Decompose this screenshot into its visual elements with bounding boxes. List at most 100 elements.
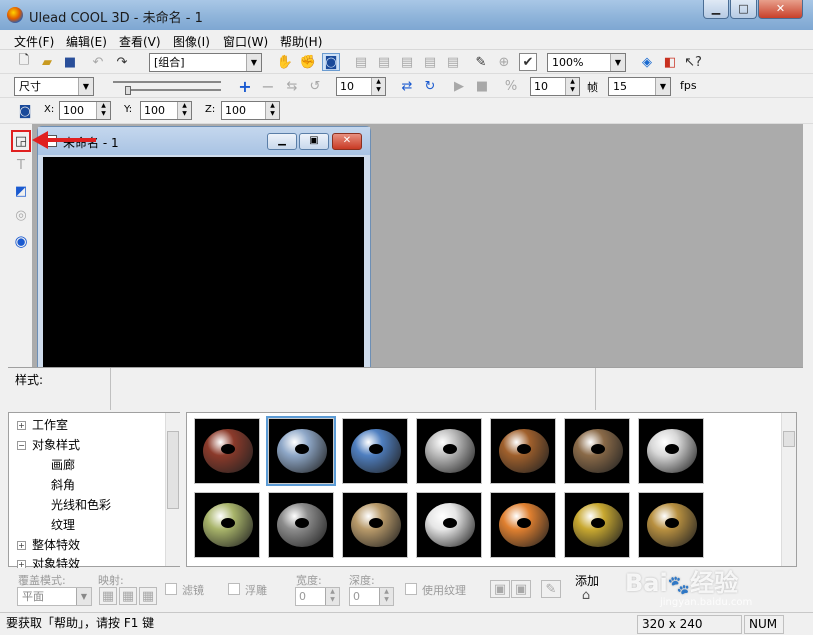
style-thumb-green-stone[interactable] (194, 492, 260, 558)
spinner-arrows-icon[interactable]: ▲ ▼ (96, 102, 110, 119)
tree-item-studio[interactable]: 工作室 (32, 416, 68, 433)
use-texture-checkbox[interactable] (405, 583, 417, 595)
style-thumb-grey-granite[interactable] (268, 492, 334, 558)
style-thumb-sand[interactable] (342, 492, 408, 558)
save-icon[interactable]: ■ (61, 53, 79, 71)
timeline-slider[interactable] (107, 76, 229, 96)
style-thumb-blue-marble[interactable] (266, 416, 336, 486)
scrollbar-thumb[interactable] (783, 431, 795, 447)
insert-object-icon[interactable]: ◉ (12, 232, 30, 250)
spinner-arrows-icon[interactable]: ▲ ▼ (265, 102, 279, 119)
style-thumb-chrome[interactable] (416, 492, 482, 558)
delete-icon[interactable]: ▤ (444, 53, 462, 71)
menu-help[interactable]: 帮助(H) (280, 33, 322, 50)
doc-close-button[interactable]: ✕ (332, 133, 362, 150)
paste-icon[interactable]: ▤ (398, 53, 416, 71)
spinner-arrows-icon[interactable]: ▲ ▼ (379, 588, 393, 605)
style-thumb-brick[interactable] (194, 418, 260, 484)
reverse-icon[interactable]: ⇆ (283, 77, 301, 95)
style-thumb-orange[interactable] (490, 492, 556, 558)
depth-spinner[interactable]: 0 ▲ ▼ (349, 587, 394, 606)
texture-browse-icon[interactable]: ▣ (490, 580, 510, 598)
filter-checkbox[interactable] (165, 583, 177, 595)
map-wrap-icon[interactable]: ▦ (139, 587, 157, 605)
doc-minimize-button[interactable]: ▁ (267, 133, 297, 150)
style-thumb-blue-stone[interactable] (342, 418, 408, 484)
doc-maximize-button[interactable]: ▣ (299, 133, 329, 150)
insert-text-icon[interactable]: ◲ (11, 130, 31, 152)
loop-back-icon[interactable]: ↺ (306, 77, 324, 95)
refresh-icon[interactable]: ↻ (421, 77, 439, 95)
duplicate-icon[interactable]: ▤ (421, 53, 439, 71)
hand-move-icon[interactable]: ✋ (276, 53, 294, 71)
remove-keyframe-icon[interactable]: − (259, 77, 277, 96)
render-canvas[interactable] (43, 157, 364, 367)
x-spinner[interactable]: 100 ▲ ▼ (59, 101, 111, 120)
tree-item-object-style[interactable]: 对象样式 (32, 436, 80, 453)
menu-file[interactable]: 文件(F) (14, 33, 54, 50)
collapse-icon[interactable]: − (17, 441, 26, 450)
style-thumb-chrome-crack[interactable] (638, 418, 704, 484)
tree-item-light-color[interactable]: 光线和色彩 (51, 496, 111, 513)
play-icon[interactable]: ▶ (450, 77, 468, 95)
spinner-arrows-icon[interactable]: ▲ ▼ (565, 78, 579, 95)
menu-image[interactable]: 图像(I) (173, 33, 210, 50)
object-select[interactable]: [组合] ▼ (149, 53, 262, 72)
add-to-palette-icon[interactable]: ⌂ (577, 586, 595, 604)
add-keyframe-icon[interactable]: + (236, 77, 254, 96)
pointer-help-icon[interactable]: ✎ (472, 53, 490, 71)
frame-spinner[interactable]: 10 ▲ ▼ (336, 77, 386, 96)
style-thumb-white-brick[interactable] (416, 418, 482, 484)
close-button[interactable]: ✕ (758, 0, 803, 19)
checkmark-icon[interactable]: ✔ (519, 53, 537, 71)
edit-text-icon[interactable]: T (12, 156, 30, 174)
new-file-icon[interactable]: 🗋 (15, 53, 33, 71)
spinner-arrows-icon[interactable]: ▲ ▼ (177, 102, 191, 119)
map-tile-icon[interactable]: ▦ (99, 587, 117, 605)
size-tool-icon[interactable]: ◙ (322, 53, 340, 71)
overlay-mode-select[interactable]: 平面 ▼ (17, 587, 92, 606)
attribute-select[interactable]: 尺寸 ▼ (14, 77, 94, 96)
percent-icon[interactable]: % (502, 77, 520, 95)
web-export-icon[interactable]: ◈ (638, 53, 656, 71)
image-export-icon[interactable]: ◧ (661, 53, 679, 71)
slider-thumb[interactable] (125, 86, 131, 95)
tree-item-gallery[interactable]: 画廊 (51, 456, 75, 473)
emboss-checkbox[interactable] (228, 583, 240, 595)
spinner-arrows-icon[interactable]: ▲ ▼ (325, 588, 339, 605)
app-icon[interactable] (7, 7, 23, 23)
style-thumb-gold[interactable] (564, 492, 630, 558)
fps-select[interactable]: 15 ▼ (608, 77, 671, 96)
step-spinner[interactable]: 10 ▲ ▼ (530, 77, 580, 96)
insert-geometric-icon[interactable]: ◩ (12, 182, 30, 200)
tree-scrollbar[interactable] (165, 413, 180, 566)
y-spinner[interactable]: 100 ▲ ▼ (140, 101, 192, 120)
map-stretch-icon[interactable]: ▦ (119, 587, 137, 605)
expand-icon[interactable]: + (17, 541, 26, 550)
texture-edit-icon[interactable]: ✎ (541, 580, 561, 598)
open-folder-icon[interactable]: ▰ (38, 53, 56, 71)
width-spinner[interactable]: 0 ▲ ▼ (295, 587, 340, 606)
stop-icon[interactable]: ■ (473, 77, 491, 95)
gallery-scrollbar[interactable] (781, 413, 796, 566)
menu-view[interactable]: 查看(V) (119, 33, 161, 50)
redo-icon[interactable]: ↷ (113, 53, 131, 71)
z-spinner[interactable]: 100 ▲ ▼ (221, 101, 280, 120)
swap-icon[interactable]: ⇄ (398, 77, 416, 95)
style-thumb-woven[interactable] (490, 418, 556, 484)
edit-shape-icon[interactable]: ◎ (12, 206, 30, 224)
tree-item-texture[interactable]: 纹理 (51, 516, 75, 533)
zoom-select[interactable]: 100% ▼ (547, 53, 626, 72)
scrollbar-thumb[interactable] (167, 431, 179, 509)
position-mode-icon[interactable]: ◙ (16, 102, 34, 120)
print-icon[interactable]: ▤ (352, 53, 370, 71)
style-thumb-rock[interactable] (564, 418, 630, 484)
menu-window[interactable]: 窗口(W) (223, 33, 268, 50)
copy-icon[interactable]: ▤ (375, 53, 393, 71)
rotate-tool-icon[interactable]: ✊ (299, 53, 317, 71)
tree-item-global-fx[interactable]: 整体特效 (32, 536, 80, 553)
texture-apply-icon[interactable]: ▣ (511, 580, 531, 598)
minimize-button[interactable]: ▁ (703, 0, 729, 19)
style-thumb-gold2[interactable] (638, 492, 704, 558)
globe-icon[interactable]: ⊕ (495, 53, 513, 71)
